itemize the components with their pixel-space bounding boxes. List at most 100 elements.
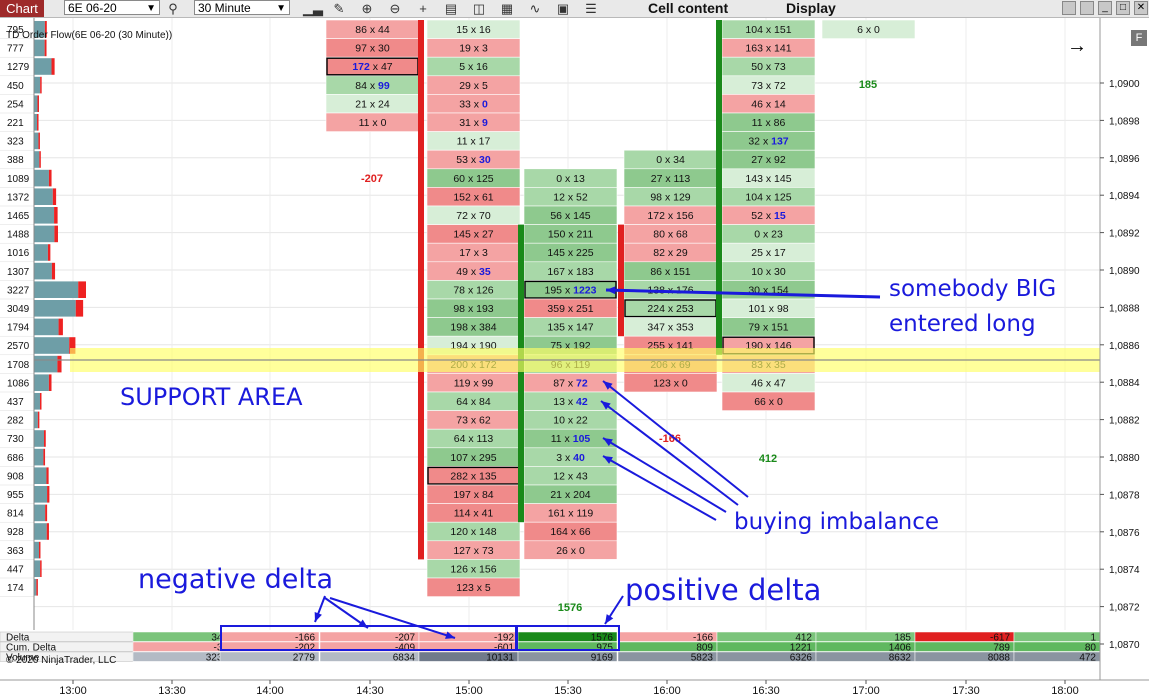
candle-body-15-00: [418, 20, 424, 560]
footprint-cell-text: 84 x 99: [355, 80, 390, 92]
profile-bar-ask: [37, 95, 39, 112]
profile-volume-label: 1307: [7, 267, 30, 278]
instrument-select[interactable]: 6E 06-20 ▼: [64, 0, 160, 15]
profile-bar-bid: [34, 300, 76, 317]
profile-bar-bid: [34, 244, 48, 261]
footprint-cell-text: 163 x 141: [745, 43, 791, 55]
delta-table: Delta 344 -166 -207 -192 1576 -166 412 185 -617 1C…: [0, 631, 1101, 663]
template-icon[interactable]: ▣: [554, 0, 572, 17]
indicator-icon[interactable]: ∿: [526, 0, 544, 17]
time-tick-label: 16:30: [752, 685, 780, 697]
strategy-icon[interactable]: ▦: [498, 0, 516, 17]
window-icon[interactable]: [1062, 1, 1076, 15]
maximize-icon[interactable]: □: [1116, 1, 1130, 15]
footprint-cell-text: 66 x 0: [754, 396, 783, 408]
annotation-big-long-2: entered long: [889, 311, 1036, 337]
profile-bar-bid: [34, 76, 41, 94]
pencil-icon[interactable]: ✎: [330, 0, 348, 17]
profile-bar-ask: [57, 355, 62, 373]
footprint-cell-text: 224 x 253: [647, 303, 693, 315]
footprint-cell-text: 195 x 1223: [545, 284, 597, 296]
footprint-cell-text: 97 x 30: [355, 43, 390, 55]
profile-bar-bid: [34, 207, 55, 224]
profile-bar-ask: [36, 579, 38, 596]
profile-volume-label: 1465: [7, 211, 30, 222]
footprint-cell-text: 0 x 13: [556, 173, 585, 185]
footprint-cell-text: 0 x 34: [656, 154, 685, 166]
profile-bar-bid: [34, 448, 44, 466]
price-tick-label: 1,0898: [1109, 116, 1140, 127]
profile-bar-ask: [47, 244, 51, 261]
footprint-cell-text: 135 x 147: [547, 322, 593, 334]
footprint-cell-text: 32 x 137: [748, 136, 788, 148]
price-tick-label: 1,0872: [1109, 603, 1140, 614]
menu-display[interactable]: Display: [786, 0, 836, 17]
footprint-cell-text: 123 x 5: [456, 582, 491, 594]
footprint-cell-text: 161 x 119: [548, 508, 594, 520]
search-icon[interactable]: ⚲: [164, 0, 182, 17]
footprint-cell-text: 82 x 29: [653, 247, 688, 259]
footprint-cell-text: 13 x 42: [553, 396, 588, 408]
time-tick-label: 13:00: [59, 685, 87, 697]
footprint-cell-text: 64 x 113: [454, 433, 494, 445]
profile-bar-bid: [34, 541, 39, 559]
profile-bar-ask: [75, 300, 84, 317]
profile-bar-ask: [40, 560, 42, 577]
profile-volume-label: 1279: [7, 62, 30, 73]
footprint-cell-text: 150 x 211: [548, 229, 594, 241]
delta-cell-text: 6326: [790, 652, 813, 663]
profile-volume-label: 686: [7, 453, 24, 464]
list-icon[interactable]: ☰: [582, 0, 600, 17]
properties-icon[interactable]: ▤: [442, 0, 460, 17]
annotation-negative-delta: negative delta: [138, 564, 334, 595]
arrow-neg-delta-1-head: [314, 612, 322, 622]
layout-icon[interactable]: ◫: [470, 0, 488, 17]
zoom-in-icon[interactable]: ⊕: [358, 0, 376, 17]
timeframe-select[interactable]: 30 Minute ▼: [194, 0, 290, 15]
bar-delta-label: -207: [361, 173, 383, 185]
bar-chart-icon[interactable]: ▁▃: [303, 0, 323, 17]
profile-bar-ask: [48, 169, 52, 187]
profile-bar-ask: [51, 262, 56, 280]
minimize-window-icon[interactable]: _: [1098, 1, 1112, 15]
minimize-icon[interactable]: [1080, 1, 1094, 15]
menu-cell-content[interactable]: Cell content: [648, 0, 728, 17]
annotation-big-long-1: somebody BIG: [889, 276, 1057, 302]
profile-bar-ask: [51, 58, 55, 75]
close-icon[interactable]: ✕: [1134, 1, 1148, 15]
profile-volume-label: 282: [7, 416, 24, 427]
profile-bar-ask: [58, 318, 63, 336]
time-tick-label: 14:30: [356, 685, 384, 697]
f-icon[interactable]: F: [1131, 30, 1147, 46]
delta-cell-text: 2779: [293, 652, 316, 663]
chart-tab[interactable]: Chart: [0, 0, 44, 17]
footprint-cell-text: 49 x 35: [456, 266, 491, 278]
delta-cell-text: 9169: [591, 652, 614, 663]
footprint-cell-text: 31 x 9: [459, 117, 488, 129]
footprint-cell-text: 107 x 295: [450, 452, 496, 464]
profile-volume-label: 1372: [7, 192, 30, 203]
footprint-cell-text: 25 x 17: [751, 247, 786, 259]
profile-volume-label: 3049: [7, 304, 30, 315]
footprint-cell-text: 56 x 145: [550, 210, 590, 222]
zoom-out-icon[interactable]: ⊖: [386, 0, 404, 17]
delta-cell-text: 472: [1079, 652, 1096, 663]
profile-bar-bid: [34, 281, 79, 298]
profile-volume-label: 908: [7, 471, 24, 482]
profile-bar-bid: [34, 58, 52, 75]
crosshair-icon[interactable]: +: [414, 0, 432, 17]
footprint-cell-text: 52 x 15: [751, 210, 786, 222]
profile-bar-ask: [44, 39, 47, 57]
delta-cell-text: 6834: [393, 652, 416, 663]
bar-delta-label: 412: [759, 453, 777, 465]
profile-volume-label: 928: [7, 527, 24, 538]
profile-volume-label: 1089: [7, 174, 30, 185]
arrow-pos-delta-head: [605, 614, 614, 624]
footprint-cell-text: 73 x 62: [456, 415, 491, 427]
delta-cell-text: 8088: [988, 652, 1011, 663]
footprint-cell-text: 101 x 98: [748, 303, 788, 315]
order-flow-chart: 7957771279450254221323388108913721465148…: [0, 18, 1149, 697]
footprint-cell-text: 79 x 151: [748, 322, 788, 334]
profile-volume-label: 1794: [7, 323, 30, 334]
profile-volume-label: 1708: [7, 360, 30, 371]
